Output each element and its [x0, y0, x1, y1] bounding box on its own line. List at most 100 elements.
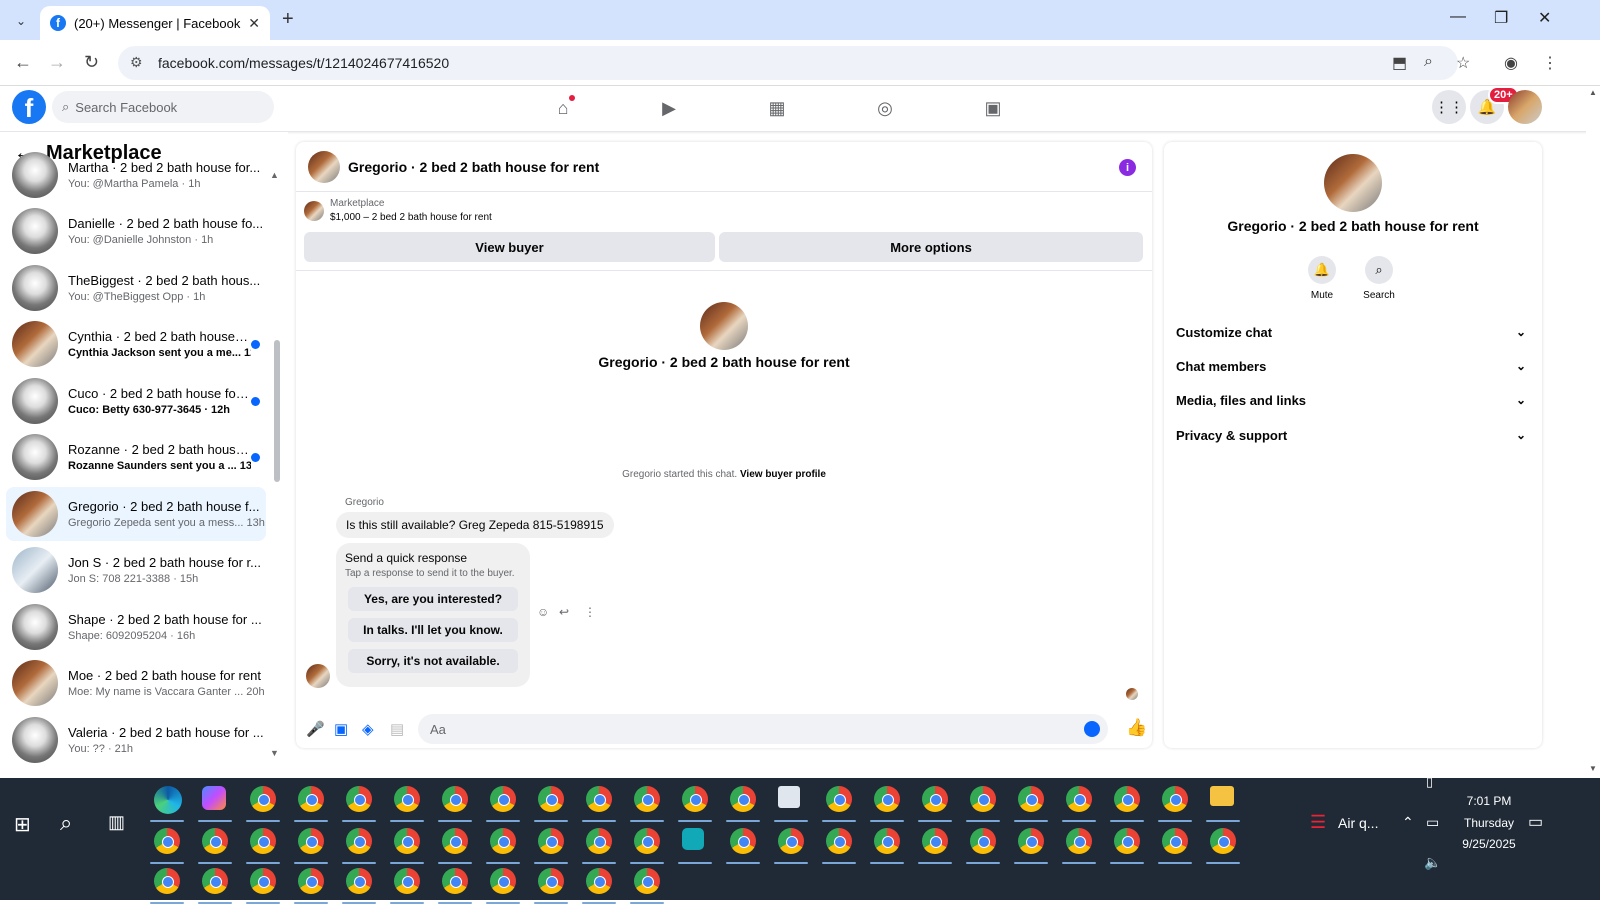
quick-response-option[interactable]: Sorry, it's not available. — [348, 649, 518, 673]
chrome-profile-icon[interactable] — [490, 786, 516, 812]
chrome-profile-icon[interactable] — [346, 828, 372, 854]
app-icon[interactable] — [778, 786, 800, 808]
chrome-profile-icon[interactable] — [298, 828, 324, 854]
new-tab-plus-icon[interactable]: + — [282, 8, 294, 31]
mute-button[interactable]: 🔔 Mute — [1292, 256, 1352, 301]
chrome-profile-icon[interactable] — [586, 786, 612, 812]
chrome-profile-icon[interactable] — [778, 828, 804, 854]
scroll-down-icon[interactable]: ▼ — [270, 748, 279, 758]
swiftkey-icon[interactable] — [682, 828, 704, 850]
back-arrow-icon[interactable]: ← — [14, 52, 32, 73]
site-info-icon[interactable]: ⚙ — [130, 54, 143, 71]
customize-chat-row[interactable]: Customize chat ⌄ — [1176, 317, 1530, 347]
chrome-profile-icon[interactable] — [922, 786, 948, 812]
chrome-profile-icon[interactable] — [202, 828, 228, 854]
facebook-logo[interactable]: f — [12, 90, 46, 124]
conversation-item[interactable]: TheBiggest · 2 bed 2 bath hous... You: @T… — [6, 261, 266, 315]
scroll-down-icon[interactable]: ▼ — [1589, 764, 1597, 773]
chrome-profile-icon[interactable] — [346, 786, 372, 812]
task-view-icon[interactable]: ▥ — [108, 812, 125, 833]
notifications-icon[interactable]: ▭ — [1528, 812, 1543, 832]
view-buyer-profile-link[interactable]: View buyer profile — [740, 469, 826, 480]
chrome-profile-icon[interactable] — [442, 828, 468, 854]
chrome-profile-icon[interactable] — [634, 868, 660, 894]
conversation-item[interactable]: Valeria · 2 bed 2 bath house for ... You:… — [6, 713, 266, 767]
view-buyer-button[interactable]: View buyer — [304, 232, 715, 262]
chrome-profile-icon[interactable] — [1114, 828, 1140, 854]
clock-time[interactable]: 7:01 PM — [1450, 794, 1528, 808]
chrome-profile-icon[interactable] — [922, 828, 948, 854]
scroll-up-icon[interactable]: ▲ — [1589, 88, 1597, 97]
conversation-item[interactable]: Danielle · 2 bed 2 bath house fo... You: … — [6, 204, 266, 258]
chrome-profile-icon[interactable] — [826, 786, 852, 812]
page-scrollbar[interactable]: ▲ ▼ — [1586, 86, 1600, 776]
chrome-profile-icon[interactable] — [730, 828, 756, 854]
search-button[interactable]: ⌕ Search — [1349, 256, 1409, 301]
copilot-icon[interactable] — [202, 786, 226, 810]
conversation-item[interactable]: Martha · 2 bed 2 bath house for... You: @… — [6, 148, 266, 202]
search-icon[interactable]: ⌕ — [60, 810, 72, 836]
chrome-profile-icon[interactable] — [826, 828, 852, 854]
chrome-profile-icon[interactable] — [874, 786, 900, 812]
quick-response-option[interactable]: Yes, are you interested? — [348, 587, 518, 611]
chrome-profile-icon[interactable] — [874, 828, 900, 854]
react-emoji-icon[interactable]: ☺ — [537, 605, 549, 619]
restore-icon[interactable]: ❐ — [1494, 8, 1508, 28]
chrome-profile-icon[interactable] — [970, 828, 996, 854]
thumbs-up-icon[interactable]: 👍 — [1126, 718, 1147, 738]
reply-icon[interactable]: ↩ — [559, 605, 569, 619]
chrome-profile-icon[interactable] — [250, 786, 276, 812]
browser-tab-messenger[interactable]: f (20+) Messenger | Facebook ✕ — [40, 6, 270, 40]
emoji-icon[interactable] — [1084, 721, 1100, 737]
chrome-profile-icon[interactable] — [538, 828, 564, 854]
install-app-icon[interactable]: ⬒ — [1392, 53, 1407, 73]
address-bar[interactable]: ⚙ facebook.com/messages/t/12140246774165… — [118, 46, 1458, 80]
forward-arrow-icon[interactable]: → — [48, 52, 66, 73]
chrome-profile-icon[interactable] — [394, 868, 420, 894]
chrome-profile-icon[interactable] — [346, 868, 372, 894]
clock-date[interactable]: 9/25/2025 — [1450, 837, 1528, 851]
chrome-profile-icon[interactable] — [634, 828, 660, 854]
chrome-profile-icon[interactable] — [586, 828, 612, 854]
windows-start-icon[interactable]: ⊞ — [14, 812, 31, 837]
chat-list-scrollbar[interactable] — [274, 340, 280, 482]
reload-icon[interactable]: ↻ — [84, 52, 99, 73]
conversation-item[interactable]: Jon S · 2 bed 2 bath house for r... Jon S… — [6, 543, 266, 597]
chrome-profile-icon[interactable] — [298, 868, 324, 894]
conversation-item[interactable]: Cynthia · 2 bed 2 bath house f... Cynthia… — [6, 317, 266, 371]
photo-icon[interactable]: ▣ — [334, 720, 348, 738]
privacy-support-row[interactable]: Privacy & support ⌄ — [1176, 420, 1530, 450]
info-icon[interactable]: i — [1119, 159, 1136, 176]
chrome-profile-icon[interactable] — [394, 828, 420, 854]
network-icon[interactable]: ▭ — [1426, 814, 1439, 831]
zoom-icon[interactable]: ⌕ — [1424, 53, 1433, 71]
facebook-search-input[interactable]: ⌕ Search Facebook — [52, 91, 274, 123]
chrome-profile-icon[interactable] — [202, 868, 228, 894]
edge-browser-icon[interactable] — [154, 786, 182, 814]
weather-icon[interactable]: ☰ — [1310, 812, 1326, 833]
groups-icon[interactable]: ◎ — [873, 96, 897, 120]
chrome-profile-icon[interactable] — [154, 828, 180, 854]
chrome-profile-icon[interactable] — [682, 786, 708, 812]
chrome-profile-icon[interactable] — [970, 786, 996, 812]
chrome-profile-icon[interactable] — [1066, 786, 1092, 812]
file-explorer-icon[interactable] — [1210, 786, 1234, 806]
minimize-icon[interactable]: — — [1450, 8, 1466, 26]
chrome-profile-icon[interactable] — [730, 786, 756, 812]
close-window-icon[interactable]: ✕ — [1538, 8, 1551, 28]
chrome-profile-icon[interactable] — [586, 868, 612, 894]
gif-icon[interactable]: ▤ — [390, 720, 404, 738]
conversation-item[interactable]: Rozanne · 2 bed 2 bath house ... Rozanne … — [6, 430, 266, 484]
chat-avatar[interactable] — [308, 150, 340, 183]
scroll-up-icon[interactable]: ▲ — [270, 170, 279, 180]
chrome-profile-icon[interactable] — [394, 786, 420, 812]
chat-title[interactable]: Gregorio · 2 bed 2 bath house for rent — [348, 159, 599, 175]
message-input[interactable]: Aa — [418, 714, 1108, 744]
clock-day[interactable]: Thursday — [1450, 816, 1528, 830]
quick-response-option[interactable]: In talks. I'll let you know. — [348, 618, 518, 642]
weather-text[interactable]: Air q... — [1338, 815, 1378, 831]
chrome-profile-icon[interactable] — [1210, 828, 1236, 854]
phone-link-icon[interactable]: ▯ — [1426, 774, 1433, 790]
chrome-profile-icon[interactable] — [490, 828, 516, 854]
bookmark-star-icon[interactable]: ☆ — [1456, 53, 1470, 73]
